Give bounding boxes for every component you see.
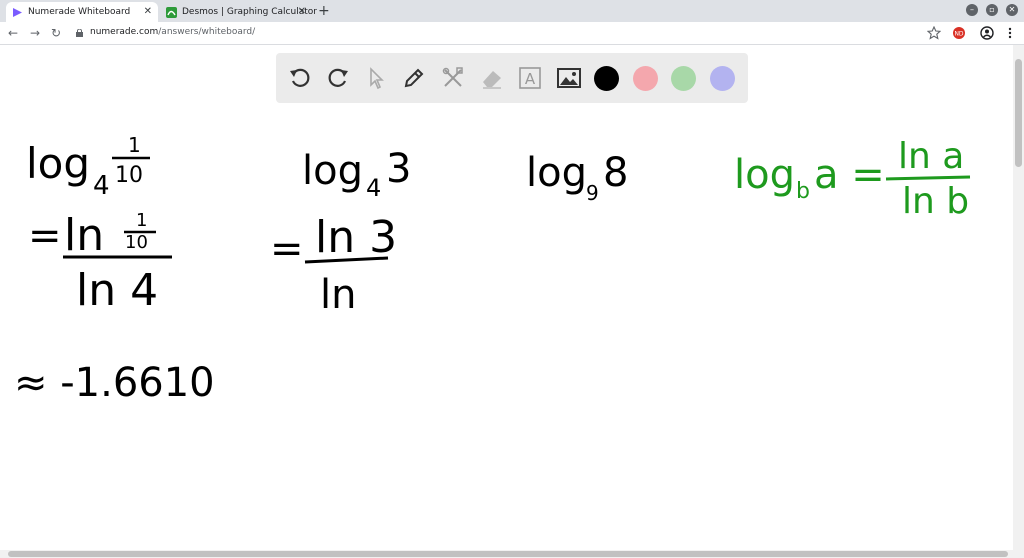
- extension-icon[interactable]: ND: [952, 26, 966, 40]
- numerade-favicon-icon: [13, 7, 22, 17]
- bookmark-star-icon[interactable]: [927, 26, 941, 40]
- close-tab-icon[interactable]: ✕: [298, 6, 306, 17]
- undo-icon[interactable]: [287, 65, 313, 91]
- pointer-icon[interactable]: [363, 65, 389, 91]
- svg-text:A: A: [525, 70, 536, 88]
- address-bar: ← → ↻ numerade.com/answers/whiteboard/ N…: [0, 22, 1024, 45]
- reload-icon[interactable]: ↻: [51, 25, 61, 41]
- color-green-swatch[interactable]: [671, 66, 696, 91]
- tab-bar: Numerade Whiteboard ✕ Desmos | Graphing …: [0, 0, 1024, 22]
- svg-text:ND: ND: [954, 31, 963, 38]
- tab-desmos[interactable]: Desmos | Graphing Calculator ✕: [160, 2, 317, 22]
- close-tab-icon[interactable]: ✕: [144, 6, 152, 17]
- tools-icon[interactable]: [440, 65, 466, 91]
- text-icon[interactable]: A: [517, 65, 543, 91]
- back-icon[interactable]: ←: [8, 25, 18, 41]
- desmos-favicon-icon: [166, 6, 177, 18]
- new-tab-button[interactable]: +: [318, 3, 330, 19]
- eraser-icon[interactable]: [479, 65, 505, 91]
- menu-icon[interactable]: [1003, 26, 1017, 40]
- color-black-swatch[interactable]: [594, 66, 619, 91]
- color-pink-swatch[interactable]: [633, 66, 658, 91]
- horizontal-scrollbar[interactable]: [0, 550, 1024, 558]
- redo-icon[interactable]: [325, 65, 351, 91]
- pen-icon[interactable]: [401, 65, 427, 91]
- image-icon[interactable]: [556, 65, 582, 91]
- maximize-icon[interactable]: ▫: [986, 4, 998, 16]
- tab-numerade-whiteboard[interactable]: Numerade Whiteboard ✕: [6, 2, 158, 22]
- url-domain: numerade.com: [90, 27, 159, 37]
- vertical-scrollbar[interactable]: [1013, 45, 1024, 550]
- horizontal-scroll-thumb[interactable]: [8, 551, 1008, 557]
- minimize-icon[interactable]: –: [966, 4, 978, 16]
- close-window-icon[interactable]: ✕: [1006, 4, 1018, 16]
- forward-icon[interactable]: →: [30, 25, 40, 41]
- vertical-scroll-thumb[interactable]: [1015, 59, 1022, 167]
- whiteboard-canvas[interactable]: [0, 45, 1013, 550]
- url-path: /answers/whiteboard/: [158, 27, 256, 37]
- profile-icon[interactable]: [980, 26, 994, 40]
- tab-title: Numerade Whiteboard: [28, 7, 131, 17]
- lock-icon: [76, 29, 83, 37]
- url-field[interactable]: numerade.com/answers/whiteboard/: [90, 27, 255, 37]
- whiteboard-toolbar: A: [276, 53, 748, 103]
- color-purple-swatch[interactable]: [710, 66, 735, 91]
